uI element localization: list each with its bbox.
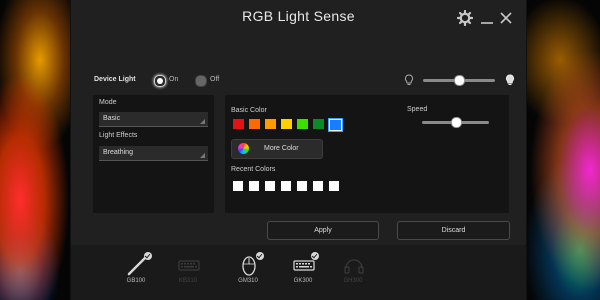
color-swatch[interactable] <box>249 119 260 129</box>
device-light-on-radio[interactable] <box>154 75 166 87</box>
brightness-high-icon <box>505 74 515 85</box>
device-light-off-radio[interactable] <box>195 75 207 87</box>
recent-color-swatch[interactable] <box>297 181 307 191</box>
device-gm310[interactable]: GM310 <box>228 252 268 296</box>
close-icon[interactable] <box>498 10 514 26</box>
device-light-on-label[interactable]: On <box>169 76 178 83</box>
light-effects-label: Light Effects <box>99 132 138 139</box>
device-light-row: Device Light On Off <box>71 68 526 90</box>
check-icon <box>144 252 152 260</box>
device-name: GK300 <box>293 278 313 284</box>
light-effects-select-value: Breathing <box>103 149 133 156</box>
device-name: GH300 <box>343 278 363 284</box>
light-effects-select[interactable]: Breathing <box>99 146 208 161</box>
brightness-low-icon <box>404 74 414 85</box>
check-icon <box>256 252 264 260</box>
speed-slider-handle[interactable] <box>450 117 462 128</box>
recent-color-swatch[interactable] <box>265 181 275 191</box>
device-gk300[interactable]: GK300 <box>283 252 323 296</box>
brightness-slider-handle[interactable] <box>454 75 465 86</box>
recent-color-swatch[interactable] <box>313 181 323 191</box>
mode-select[interactable]: Basic <box>99 112 208 127</box>
color-panel: Basic Color More Color Recent Colors Spe… <box>225 95 509 213</box>
color-wheel-icon <box>238 143 249 154</box>
color-swatch[interactable] <box>297 119 308 129</box>
minimize-icon[interactable] <box>479 10 495 26</box>
recent-colors-label: Recent Colors <box>231 166 276 173</box>
basic-color-label: Basic Color <box>231 107 267 114</box>
device-name: KB310 <box>178 278 197 284</box>
recent-color-swatch[interactable] <box>249 181 259 191</box>
mode-label: Mode <box>99 99 117 106</box>
more-color-label: More Color <box>264 145 299 152</box>
recent-color-swatch[interactable] <box>281 181 291 191</box>
device-gh300[interactable]: GH300 <box>333 252 373 296</box>
device-light-label: Device Light <box>94 76 136 83</box>
title-bar: RGB Light Sense <box>71 0 526 40</box>
color-swatch[interactable] <box>328 118 343 132</box>
resize-grip-icon <box>200 153 205 158</box>
device-name: GM310 <box>238 278 258 284</box>
check-icon <box>311 252 319 260</box>
apply-button[interactable]: Apply <box>267 221 379 240</box>
resize-grip-icon <box>200 119 205 124</box>
color-swatch[interactable] <box>233 119 244 129</box>
device-light-off-label[interactable]: Off <box>210 76 219 83</box>
app-window: RGB Light Sense Device Light On Off Mode… <box>70 0 527 300</box>
color-swatch[interactable] <box>265 119 276 129</box>
keyboard-icon <box>178 260 200 271</box>
color-swatch[interactable] <box>281 119 292 129</box>
device-kb310[interactable]: KB310 <box>168 252 208 296</box>
recent-color-swatch[interactable] <box>233 181 243 191</box>
mode-select-value: Basic <box>103 115 121 122</box>
discard-button[interactable]: Discard <box>397 221 510 240</box>
device-name: GB100 <box>126 278 146 284</box>
gear-icon[interactable] <box>457 10 473 26</box>
mode-panel: Mode Basic Light Effects Breathing <box>93 95 214 213</box>
headset-icon <box>344 259 364 274</box>
color-swatch[interactable] <box>313 119 324 129</box>
speed-label: Speed <box>407 106 428 113</box>
recent-color-swatch[interactable] <box>329 181 339 191</box>
more-color-button[interactable]: More Color <box>231 139 323 159</box>
device-gb100[interactable]: GB100 <box>116 252 156 296</box>
